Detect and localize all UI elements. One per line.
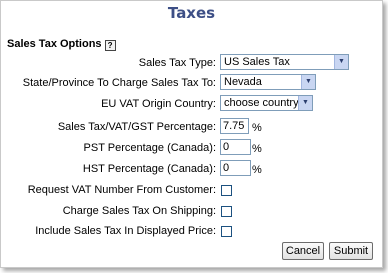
taxes-dialog: Taxes Sales Tax Options? Sales Tax Type:… xyxy=(0,0,383,268)
charge-shipping-label: Charge Sales Tax On Shipping: xyxy=(62,205,216,217)
sales-tax-type-select[interactable]: US Sales Tax ▼ xyxy=(220,54,349,70)
eu-vat-country-value: choose country xyxy=(224,97,299,109)
dialog-title: Taxes xyxy=(167,4,216,22)
section-title: Sales Tax Options xyxy=(7,38,102,50)
cancel-button[interactable]: Cancel xyxy=(282,242,324,260)
hst-pct-input[interactable]: 0 xyxy=(220,160,251,176)
help-icon[interactable]: ? xyxy=(104,40,116,51)
section-header: Sales Tax Options? xyxy=(7,38,116,51)
state-province-select[interactable]: Nevada ▼ xyxy=(220,74,316,90)
hst-pct-unit: % xyxy=(252,164,262,176)
chevron-down-icon: ▼ xyxy=(301,75,315,89)
state-province-value: Nevada xyxy=(224,76,262,88)
pst-pct-input[interactable]: 0 xyxy=(220,139,251,155)
pst-pct-label: PST Percentage (Canada): xyxy=(83,142,216,154)
include-display-label: Include Sales Tax In Displayed Price: xyxy=(35,225,216,237)
state-province-label: State/Province To Charge Sales Tax To: xyxy=(22,77,216,89)
pst-pct-unit: % xyxy=(252,143,262,155)
charge-shipping-checkbox[interactable] xyxy=(221,206,232,217)
sales-tax-type-label: Sales Tax Type: xyxy=(138,57,216,69)
eu-vat-country-select[interactable]: choose country ▼ xyxy=(220,95,313,111)
sales-tax-pct-input[interactable]: 7.75 xyxy=(220,118,249,134)
chevron-down-icon: ▼ xyxy=(298,96,312,110)
eu-vat-country-label: EU VAT Origin Country: xyxy=(101,98,216,110)
sales-tax-type-value: US Sales Tax xyxy=(224,56,290,68)
include-display-checkbox[interactable] xyxy=(221,226,232,237)
submit-button[interactable]: Submit xyxy=(329,242,373,260)
sales-tax-pct-unit: % xyxy=(252,122,262,134)
request-vat-checkbox[interactable] xyxy=(221,185,232,196)
chevron-down-icon: ▼ xyxy=(334,55,348,69)
sales-tax-pct-label: Sales Tax/VAT/GST Percentage: xyxy=(57,121,216,133)
request-vat-label: Request VAT Number From Customer: xyxy=(27,184,216,196)
hst-pct-label: HST Percentage (Canada): xyxy=(82,163,216,175)
